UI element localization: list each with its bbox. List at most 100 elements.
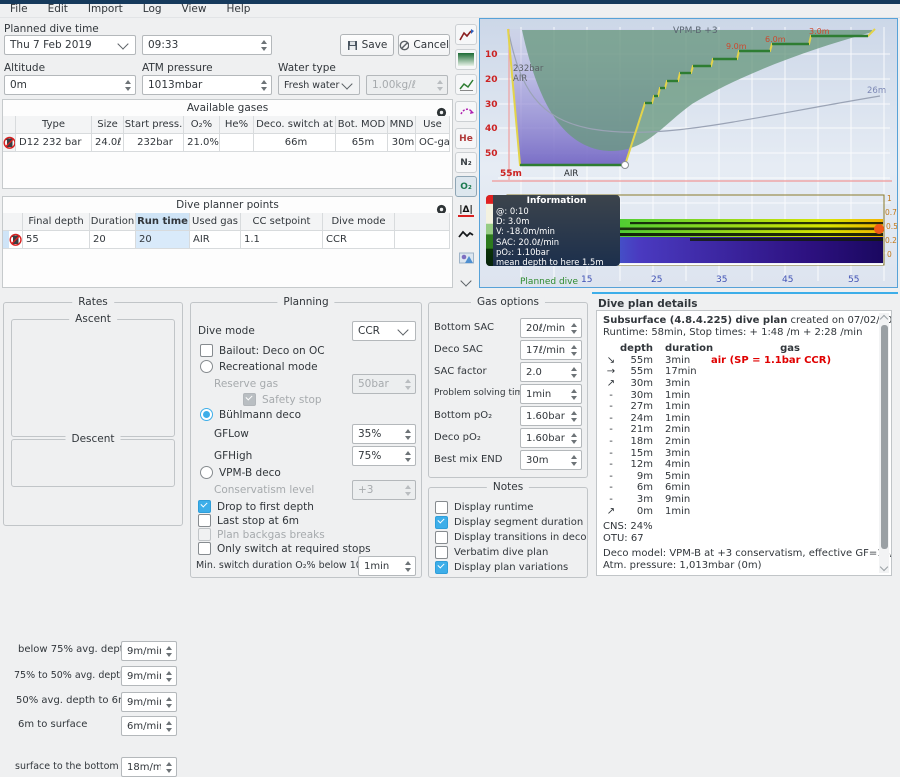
menu-import[interactable]: Import (78, 3, 133, 15)
dive-plan-details-text[interactable]: Subsurface (4.8.4.225) dive plan created… (596, 310, 892, 576)
cell-o2[interactable]: 21.0% (184, 134, 220, 152)
cell-deco-switch[interactable]: 66m (254, 134, 336, 152)
cell-use[interactable]: OC-gas (416, 134, 450, 152)
deco-sac-spinner[interactable]: 17ℓ/min (520, 340, 582, 360)
dive-time-spinner[interactable]: 09:33 (142, 35, 272, 55)
ascent-rate-4-spinner[interactable]: 6m/min (121, 716, 177, 736)
cell-bot-mod[interactable]: 65m (336, 134, 388, 152)
save-button[interactable]: Save (340, 34, 394, 56)
ascent-rate-4-label: 6m to surface (18, 719, 87, 730)
best-mix-end-spinner[interactable]: 30m (520, 450, 582, 470)
menu-help[interactable]: Help (216, 3, 260, 15)
menu-view[interactable]: View (172, 3, 217, 15)
display-segment-duration-checkbox[interactable]: Display segment duration (435, 516, 583, 529)
plan-row: ↗0m1min (603, 506, 875, 518)
scrollbar-thumb[interactable] (881, 325, 888, 549)
tooltip-title: Information (496, 196, 617, 206)
show-ceiling-button[interactable] (455, 49, 477, 70)
water-type-label: Water type (278, 62, 336, 74)
atm-pressure-spinner[interactable]: 1013mbar (142, 75, 272, 95)
cancel-button[interactable]: Cancel (398, 34, 450, 56)
n2-graph-button[interactable]: N₂ (455, 152, 477, 173)
window-top-edge (0, 0, 900, 4)
cell-cc-setpoint[interactable]: 1.1 (241, 231, 323, 249)
plan-cns: CNS: 24% (603, 521, 875, 533)
cell-final-depth[interactable]: 55 (23, 231, 90, 249)
menu-log[interactable]: Log (133, 3, 172, 15)
display-plan-variations-checkbox[interactable]: Display plan variations (435, 561, 568, 574)
delete-point-button[interactable] (3, 231, 23, 249)
edit-dive-button[interactable] (455, 24, 477, 45)
col-cc-setpoint: CC setpoint (241, 213, 323, 231)
bottom-po2-spinner[interactable]: 1.60bar (520, 406, 582, 426)
scroll-up-icon[interactable] (880, 315, 888, 323)
safety-stop-checkbox: Safety stop (243, 393, 322, 406)
cell-type[interactable]: D12 232 bar (16, 134, 92, 152)
verbatim-dive-plan-checkbox[interactable]: Verbatim dive plan (435, 546, 548, 559)
show-increments-button[interactable] (455, 74, 477, 95)
he-graph-button[interactable]: He (455, 128, 477, 149)
show-photos-button[interactable] (455, 247, 477, 268)
cell-he[interactable] (220, 134, 254, 152)
gfhigh-spinner[interactable]: 75% (352, 446, 416, 466)
min-switch-duration-spinner[interactable]: 1min (358, 556, 416, 576)
collapse-toolbar-button[interactable] (455, 272, 477, 293)
recreational-mode-radio[interactable]: Recreational mode (200, 360, 318, 373)
dive-profile-chart[interactable]: VPM-B +3 10 20 30 40 50 55m 232bar AIR A… (479, 18, 898, 288)
points-table: Final depth Duration Run time Used gas C… (3, 213, 450, 249)
dive-mode-combobox[interactable]: CCR (352, 321, 416, 341)
bottom-sac-spinner[interactable]: 20ℓ/min (520, 318, 582, 338)
sac-factor-spinner[interactable]: 2.0 (520, 362, 582, 382)
ascent-rate-3-spinner[interactable]: 9m/min (121, 692, 177, 712)
last-stop-6m-checkbox[interactable]: Last stop at 6m (198, 514, 299, 527)
col-use: Use (416, 116, 450, 134)
cell-start-press[interactable]: 232bar (124, 134, 184, 152)
depth-tick-20: 20 (485, 75, 498, 85)
depth-tick-30: 30 (485, 100, 498, 110)
scroll-down-icon[interactable] (880, 563, 888, 571)
heartrate-button[interactable] (455, 224, 477, 245)
only-switch-required-checkbox[interactable]: Only switch at required stops (198, 542, 371, 555)
dive-date-combobox[interactable]: Thu 7 Feb 2019 (4, 35, 136, 55)
spinner-arrows[interactable] (256, 36, 271, 54)
o2-graph-button[interactable]: O₂ (455, 176, 477, 197)
show-events-button[interactable] (455, 101, 477, 122)
ascent-rate-3-label: 50% avg. depth to 6m (16, 695, 128, 706)
bottom-sac-label: Bottom SAC (434, 322, 494, 333)
cell-run-time[interactable]: 20 (136, 231, 190, 249)
vpmb-deco-radio[interactable]: VPM-B deco (200, 466, 281, 479)
drop-to-first-depth-checkbox[interactable]: Drop to first depth (198, 500, 314, 513)
plan-row: ↗30m3min (603, 378, 875, 390)
delete-gas-button[interactable] (3, 134, 16, 152)
cell-used-gas[interactable]: AIR (190, 231, 241, 249)
display-runtime-checkbox[interactable]: Display runtime (435, 501, 533, 514)
ascent-rate-1-label: below 75% avg. depth (18, 644, 130, 655)
tank-pressure-label: 232bar (513, 64, 544, 74)
problem-solving-time-spinner[interactable]: 1min (520, 384, 582, 404)
col-duration: Duration (90, 213, 136, 231)
gflow-spinner[interactable]: 35% (352, 424, 416, 444)
plan-scrollbar[interactable] (879, 313, 889, 573)
cell-dive-mode[interactable]: CCR (323, 231, 395, 249)
water-type-combobox[interactable]: Fresh water (1.00kg/ℓ) (278, 75, 360, 95)
cell-mnd[interactable]: 30m (388, 134, 416, 152)
col-used-gas: Used gas (190, 213, 241, 231)
menu-file[interactable]: File (0, 3, 38, 15)
ascent-rate-1-spinner[interactable]: 9m/min (121, 641, 177, 661)
he-graph-icon: He (459, 134, 473, 144)
dc-ceiling-button[interactable]: |Δ| (455, 200, 477, 221)
ascent-rate-2-spinner[interactable]: 9m/min (121, 666, 177, 686)
cell-size[interactable]: 24.0ℓ (92, 134, 124, 152)
deco-po2-spinner[interactable]: 1.60bar (520, 428, 582, 448)
bailout-checkbox[interactable]: Bailout: Deco on OC (200, 344, 325, 357)
altitude-spinner[interactable]: 0m (4, 75, 136, 95)
descent-rate-spinner[interactable]: 18m/min (121, 757, 177, 777)
deco-model-label: VPM-B +3 (673, 26, 718, 36)
deco-po2-label: Deco pO₂ (434, 432, 481, 443)
buhlmann-deco-radio[interactable]: Bühlmann deco (200, 408, 301, 421)
display-transitions-checkbox[interactable]: Display transitions in deco (435, 531, 586, 544)
col-final-depth: Final depth (23, 213, 90, 231)
cell-duration[interactable]: 20 (90, 231, 136, 249)
po2-tick-05: 0.5 (886, 222, 897, 231)
menu-edit[interactable]: Edit (38, 3, 78, 15)
